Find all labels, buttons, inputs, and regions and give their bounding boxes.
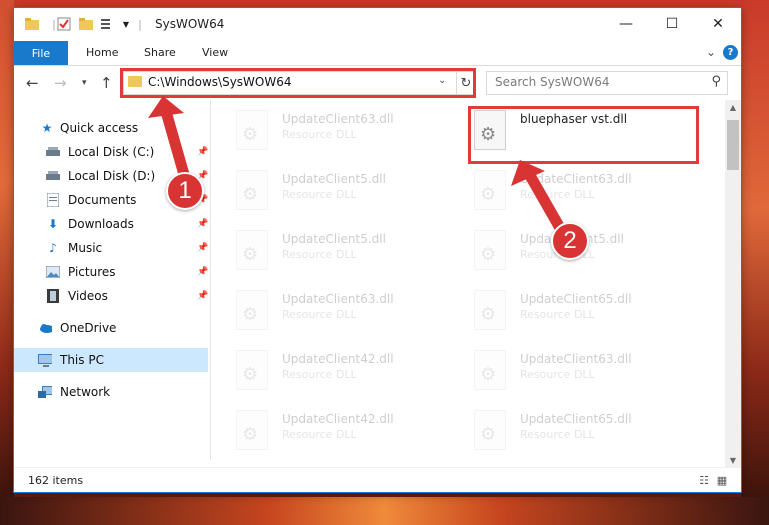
- arrow-1: [148, 96, 191, 184]
- arrow-2: [511, 160, 566, 234]
- annotation-arrows: [148, 96, 566, 234]
- step-1-marker: 1: [166, 172, 204, 210]
- step-2-marker: 2: [551, 222, 589, 260]
